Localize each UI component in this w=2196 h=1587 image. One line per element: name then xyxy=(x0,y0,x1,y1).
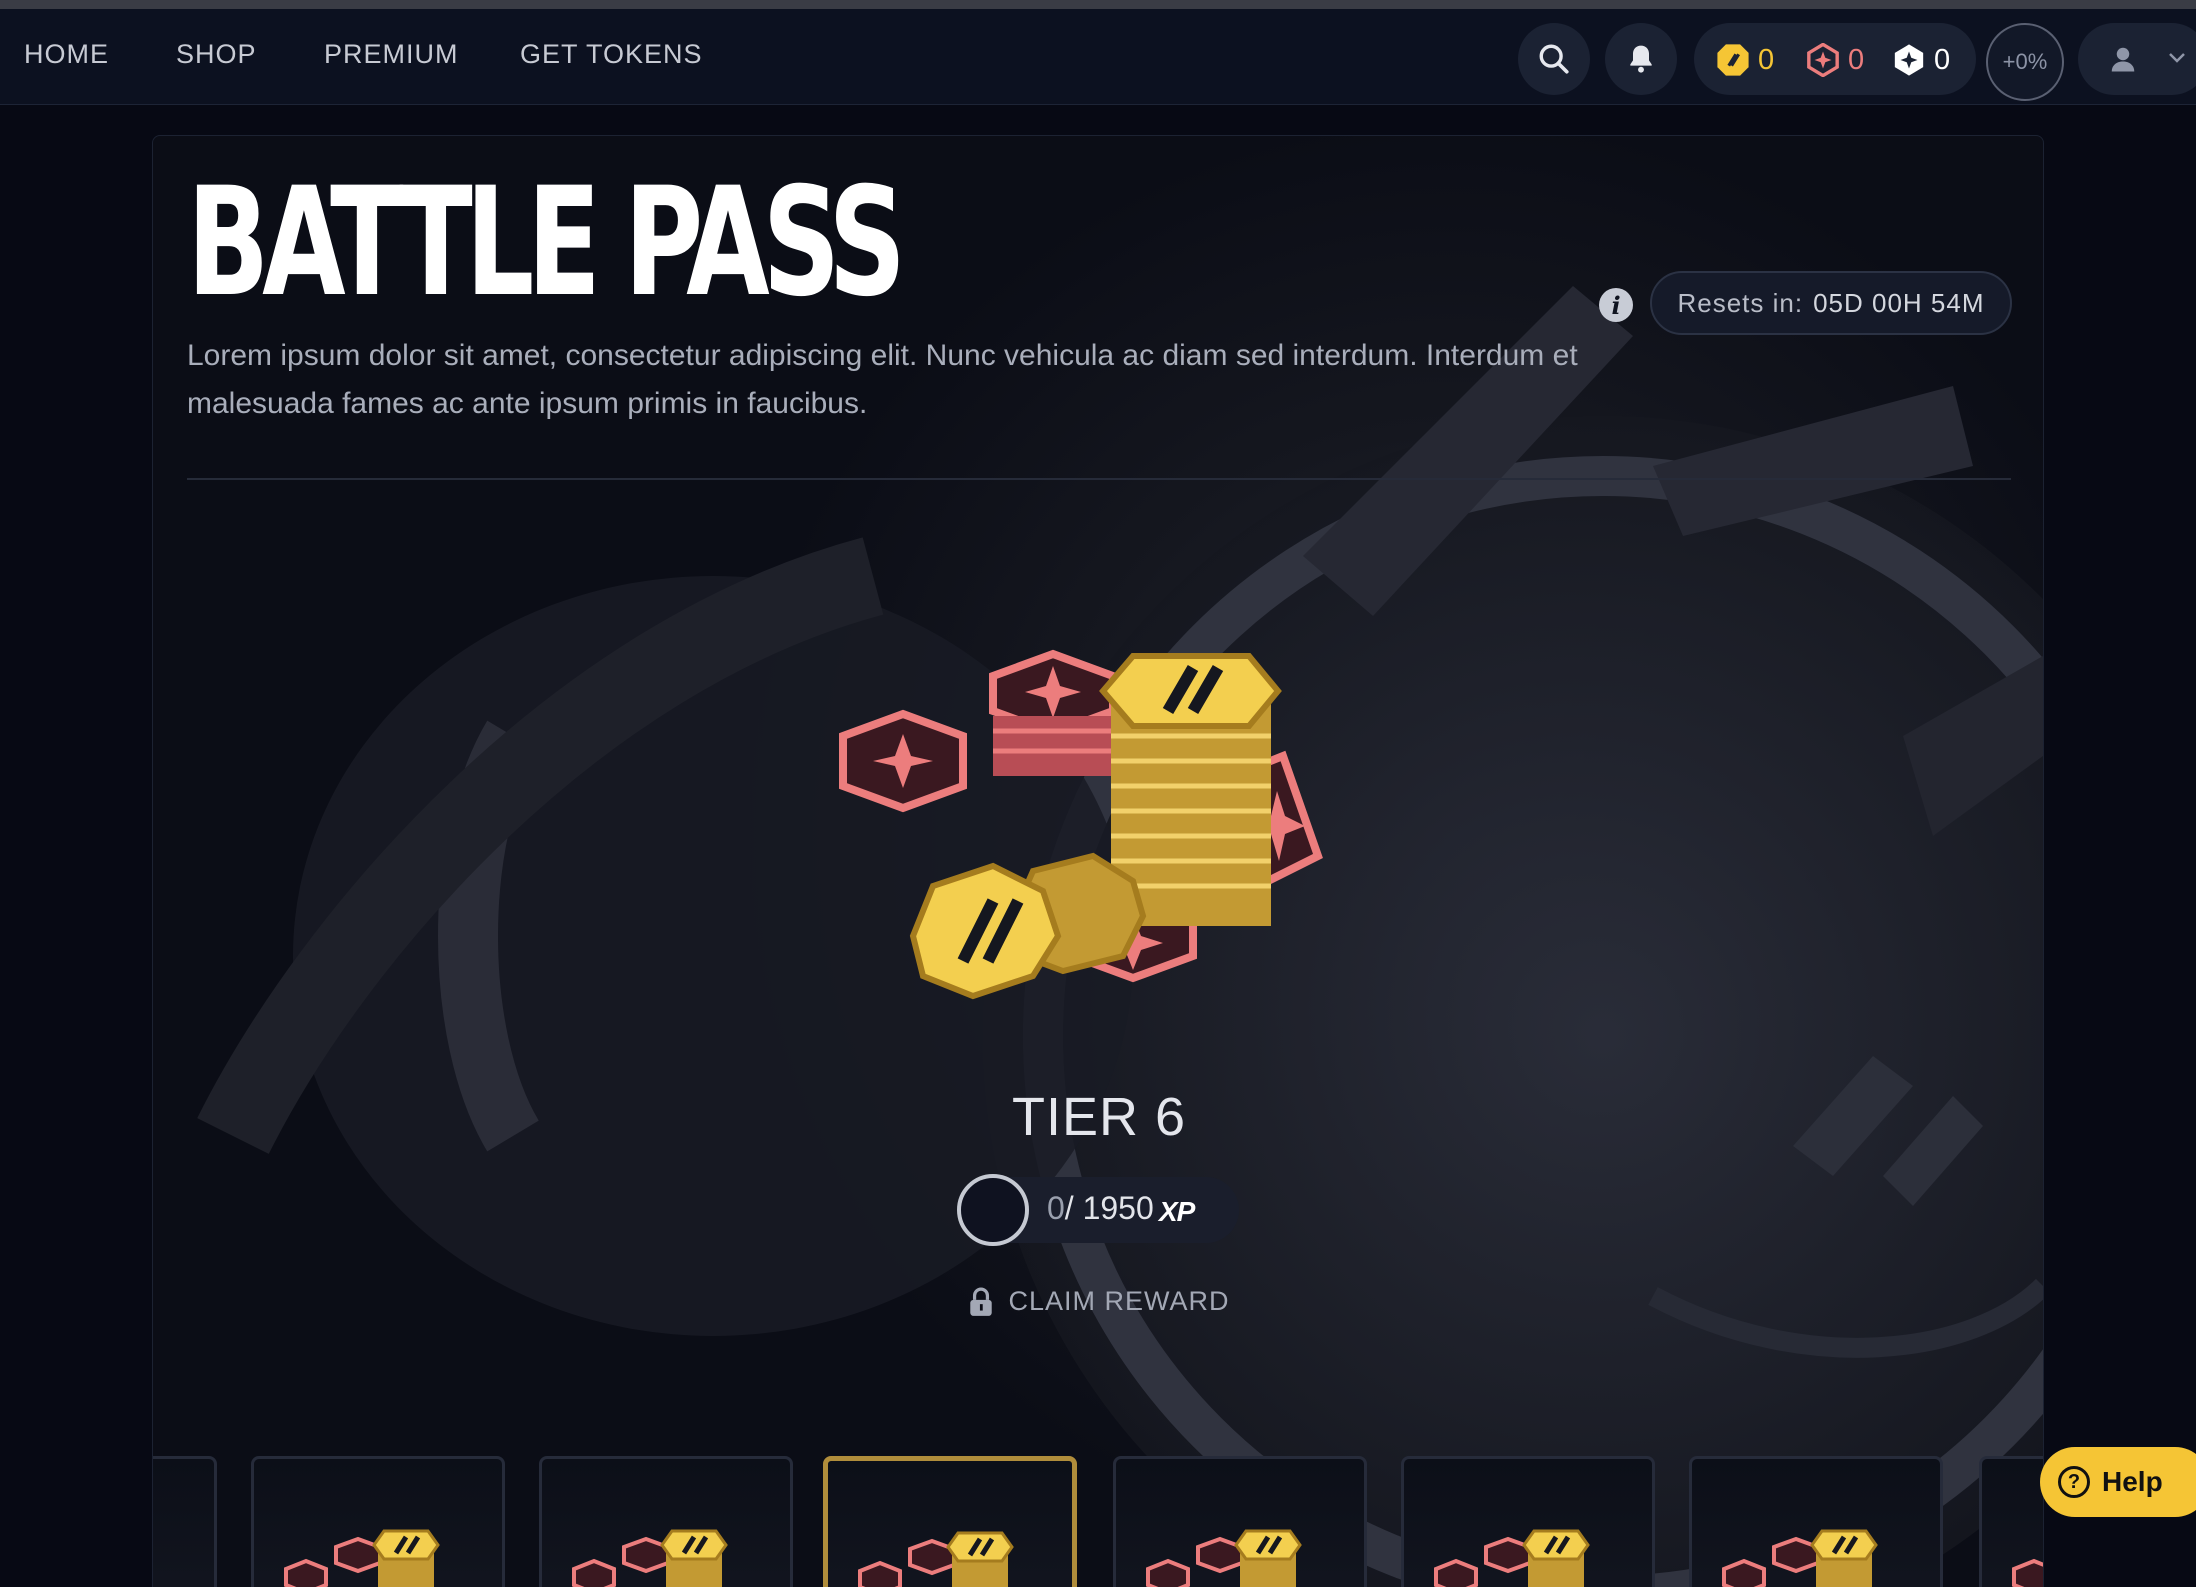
nav-shop[interactable]: SHOP xyxy=(176,39,257,70)
tier-slot[interactable] xyxy=(153,1456,217,1587)
info-icon[interactable]: i xyxy=(1599,288,1633,322)
divider xyxy=(187,478,2011,480)
user-icon xyxy=(2111,47,2135,72)
notifications-button[interactable] xyxy=(1605,23,1677,95)
xp-current: 0 xyxy=(1047,1190,1065,1226)
claim-reward-label: CLAIM REWARD xyxy=(1008,1286,1230,1316)
currency-balance[interactable]: 0 0 0 xyxy=(1694,23,1976,95)
nav-home[interactable]: HOME xyxy=(24,39,109,70)
help-label: Help xyxy=(2102,1466,2163,1497)
tier-slot[interactable] xyxy=(251,1456,505,1587)
reset-countdown: 05D 00H 54M xyxy=(1813,287,1985,318)
help-button[interactable]: ? Help xyxy=(2040,1447,2196,1517)
nav-premium[interactable]: PREMIUM xyxy=(324,39,459,70)
reward-coins-illustration xyxy=(839,649,1323,1000)
tier-strip xyxy=(153,1456,2043,1587)
question-icon: ? xyxy=(2058,1466,2090,1498)
tier-slot[interactable] xyxy=(1979,1456,2043,1587)
xp-logo: XP xyxy=(1159,1196,1195,1227)
star-balance: 0 xyxy=(1892,43,1950,77)
chevron-down-icon xyxy=(2169,53,2185,63)
gold-token-balance: 0 xyxy=(1716,43,1774,77)
xp-boost-indicator[interactable]: +0% xyxy=(1986,23,2064,101)
tier-slot[interactable] xyxy=(1401,1456,1655,1587)
top-navigation: HOME SHOP PREMIUM GET TOKENS 0 0 0 +0% xyxy=(0,9,2196,105)
white-star-icon xyxy=(1894,44,1924,76)
claim-reward-button[interactable]: CLAIM REWARD xyxy=(153,1286,2043,1317)
bell-icon xyxy=(1630,45,1652,73)
xp-total: / 1950 xyxy=(1064,1190,1154,1226)
tier-slot[interactable] xyxy=(1113,1456,1367,1587)
tier-slot[interactable] xyxy=(539,1456,793,1587)
xp-progress-value: 0/ 1950 xyxy=(1047,1190,1154,1227)
red-gem-icon xyxy=(1807,43,1839,77)
page-title: BATTLE PASS xyxy=(187,156,906,330)
reset-timer: Resets in: 05D 00H 54M xyxy=(1650,271,2012,335)
gold-token-count: 0 xyxy=(1758,43,1775,76)
user-menu[interactable] xyxy=(2078,23,2196,95)
tier-label: TIER 6 xyxy=(1011,1087,1187,1147)
lock-icon xyxy=(970,1287,993,1316)
red-gem-count: 0 xyxy=(1848,43,1865,76)
page-description: Lorem ipsum dolor sit amet, consectetur … xyxy=(187,339,1578,420)
star-count: 0 xyxy=(1934,43,1951,76)
tier-slot-active[interactable] xyxy=(823,1456,1077,1587)
nav-get-tokens[interactable]: GET TOKENS xyxy=(520,39,703,70)
search-button[interactable] xyxy=(1518,23,1590,95)
reset-label: Resets in: xyxy=(1677,287,1804,318)
red-gem-balance: 0 xyxy=(1806,43,1864,77)
search-icon xyxy=(1539,44,1569,74)
browser-top-edge xyxy=(0,0,2196,9)
tier-slot[interactable] xyxy=(1689,1456,1943,1587)
battle-pass-card: BATTLE PASS Lorem ipsum dolor sit amet, … xyxy=(152,135,2044,1587)
gold-token-icon xyxy=(1717,44,1749,76)
xp-progress-ring xyxy=(957,1174,1029,1246)
